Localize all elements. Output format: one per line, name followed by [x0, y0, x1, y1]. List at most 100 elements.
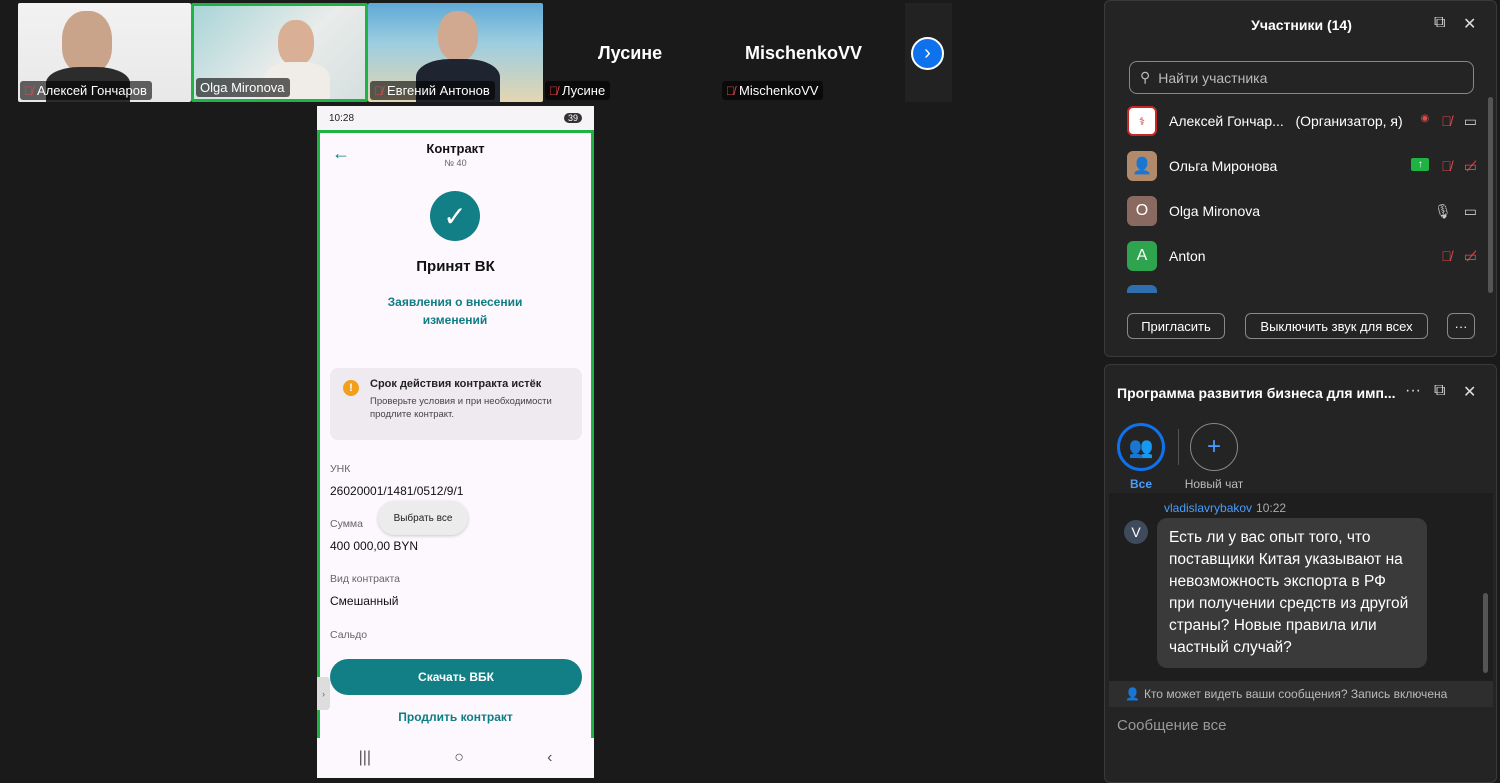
- close-icon[interactable]: ✕: [1463, 14, 1476, 34]
- next-page-button[interactable]: ›: [911, 37, 944, 70]
- popout-icon[interactable]: ⧉: [1434, 382, 1445, 400]
- avatar: 👤: [1127, 151, 1157, 181]
- group-icon: 👥: [1128, 436, 1154, 459]
- mic-icon[interactable]: 🎙: [1434, 203, 1452, 220]
- warning-title: Срок действия контракта истёк: [370, 378, 542, 390]
- avatar: ⚕: [1127, 106, 1157, 136]
- camera-icon[interactable]: ▭: [1464, 203, 1477, 220]
- participant-status-icons: 🎙 ▭: [1434, 203, 1477, 220]
- person-silhouette: [278, 20, 314, 66]
- back-nav-icon[interactable]: ‹: [547, 749, 552, 767]
- participant-row-partial: [1127, 285, 1157, 293]
- participant-search-input[interactable]: ⚲ Найти участника: [1129, 61, 1474, 94]
- contract-number: № 40: [444, 158, 467, 168]
- person-silhouette: [62, 11, 112, 73]
- participant-name: Алексей Гончаров: [37, 83, 147, 98]
- mic-off-icon: 🎙̸: [726, 83, 735, 98]
- download-button[interactable]: Скачать ВБК: [330, 659, 582, 695]
- avatar: V: [1124, 520, 1148, 544]
- chat-scrollbar[interactable]: [1483, 593, 1488, 673]
- unk-label: УНК: [330, 463, 351, 475]
- participant-row[interactable]: O Olga Mironova 🎙 ▭: [1127, 193, 1477, 229]
- message-time: 10:22: [1256, 501, 1287, 515]
- new-chat-button[interactable]: +: [1190, 423, 1238, 471]
- unk-value: 26020001/1481/0512/9/1: [330, 484, 464, 498]
- phone-status-bar: 10:28 39: [317, 106, 594, 130]
- more-options-icon[interactable]: ···: [1405, 382, 1421, 400]
- search-icon: ⚲: [1140, 69, 1151, 85]
- screen-share-icon: ↑: [1411, 157, 1430, 171]
- participant-name: MischenkoVV: [739, 83, 819, 98]
- tile-label: 🎙̸ Евгений Антонов: [370, 81, 495, 100]
- side-panel-handle[interactable]: ›: [317, 677, 330, 710]
- camera-off-icon[interactable]: ▭̸: [1464, 248, 1477, 265]
- user-info-icon: 👤: [1125, 687, 1140, 701]
- more-button[interactable]: ···: [1447, 313, 1475, 339]
- select-all-popup[interactable]: Выбрать все: [378, 501, 468, 535]
- participant-name: Евгений Антонов: [387, 83, 490, 98]
- chevron-right-icon: ›: [924, 42, 931, 64]
- privacy-notice[interactable]: 👤 Кто может видеть ваши сообщения? Запис…: [1109, 681, 1493, 707]
- home-icon[interactable]: ○: [454, 749, 464, 767]
- mic-off-icon: 🎙̸: [24, 83, 33, 98]
- camera-icon[interactable]: ▭: [1464, 113, 1477, 130]
- message-bubble[interactable]: Есть ли у вас опыт того, что поставщики …: [1157, 518, 1427, 668]
- plus-icon: +: [1206, 433, 1221, 460]
- participant-name: Anton: [1169, 248, 1206, 264]
- participant-row[interactable]: A Anton 🎙̸ ▭̸: [1127, 238, 1477, 274]
- message-input[interactable]: Сообщение все: [1117, 717, 1226, 734]
- close-icon[interactable]: ✕: [1463, 382, 1476, 402]
- mic-off-icon: 🎙̸: [549, 83, 558, 98]
- new-chat-label: Новый чат: [1184, 477, 1244, 491]
- avatar: A: [1127, 241, 1157, 271]
- sum-label: Сумма: [330, 518, 363, 530]
- tile-label: 🎙̸ Алексей Гончаров: [20, 81, 152, 100]
- participants-panel: Участники (14) ⧉ ✕ ⚲ Найти участника ⚕ А…: [1104, 0, 1497, 357]
- chat-all-button[interactable]: 👥: [1117, 423, 1165, 471]
- tile-name-large: Лусине: [598, 43, 663, 63]
- divider: [1178, 429, 1179, 465]
- chat-title: Программа развития бизнеса для имп...: [1117, 385, 1396, 401]
- participants-scrollbar[interactable]: [1488, 97, 1493, 293]
- phone-time: 10:28: [329, 112, 355, 124]
- participant-status-icons: 🎙̸ ▭̸: [1441, 248, 1477, 265]
- shared-phone-screen: 10:28 39 ← Контракт № 40 ✓ Принят ВК Зая…: [317, 106, 594, 778]
- video-tile-olga[interactable]: Olga Mironova: [191, 3, 368, 102]
- invite-button[interactable]: Пригласить: [1127, 313, 1225, 339]
- privacy-text: Кто может видеть ваши сообщения? Запись …: [1143, 687, 1448, 701]
- participant-row[interactable]: 👤 Ольга Миронова ↑ 🎙̸ ▭̸: [1127, 148, 1477, 184]
- video-tile-evgeniy[interactable]: 🎙̸ Евгений Антонов: [368, 3, 543, 102]
- saldo-label: Сальдо: [330, 629, 368, 641]
- statement-link[interactable]: Заявления о внесении изменений: [370, 293, 540, 329]
- person-silhouette: [438, 11, 478, 61]
- tile-label: 🎙̸ Лусине: [545, 81, 611, 100]
- participant-name: Olga Mironova: [200, 80, 285, 95]
- mute-all-button[interactable]: Выключить звук для всех: [1245, 313, 1428, 339]
- mic-off-icon[interactable]: 🎙̸: [1441, 248, 1452, 265]
- mic-off-icon[interactable]: 🎙̸: [1441, 158, 1452, 175]
- popout-icon[interactable]: ⧉: [1434, 14, 1445, 32]
- extend-contract-link[interactable]: Продлить контракт: [320, 710, 591, 724]
- participant-name: Лусине: [562, 83, 606, 98]
- warning-text: Проверьте условия и при необходимости пр…: [370, 396, 552, 420]
- chat-all-label: Все: [1129, 477, 1152, 491]
- mic-off-icon[interactable]: 🎙̸: [1441, 113, 1452, 130]
- zoom-meeting-window: 🎙̸ Алексей Гончаров Olga Mironova 🎙̸ Евген…: [0, 0, 1500, 783]
- video-tile-mischenko[interactable]: MischenkoVV 🎙̸ MischenkoVV: [720, 3, 905, 102]
- chat-panel: Программа развития бизнеса для имп... ··…: [1104, 364, 1497, 783]
- phone-nav-bar: ||| ○ ‹: [317, 738, 594, 778]
- video-tile-lusine[interactable]: Лусине 🎙̸ Лусине: [543, 3, 718, 102]
- phone-battery: 39: [563, 113, 582, 123]
- tile-name-large: MischenkoVV: [745, 43, 863, 63]
- participant-name: Olga Mironova: [1169, 203, 1261, 219]
- recent-apps-icon[interactable]: |||: [359, 749, 371, 767]
- recording-icon: ◉: [1420, 112, 1430, 124]
- mic-off-icon: 🎙̸: [374, 83, 383, 98]
- contract-status: Принят ВК: [416, 258, 495, 275]
- tile-label: Olga Mironova: [196, 78, 290, 97]
- message-list[interactable]: vladislavrybakov 10:22 V Есть ли у вас оп…: [1109, 493, 1493, 681]
- camera-off-icon[interactable]: ▭̸: [1464, 158, 1477, 175]
- message-sender: vladislavrybakov 10:22: [1164, 501, 1287, 515]
- participant-row[interactable]: ⚕ Алексей Гончар... (Организатор, я) ◉ 🎙…: [1127, 103, 1477, 139]
- video-tile-aleksey[interactable]: 🎙̸ Алексей Гончаров: [18, 3, 191, 102]
